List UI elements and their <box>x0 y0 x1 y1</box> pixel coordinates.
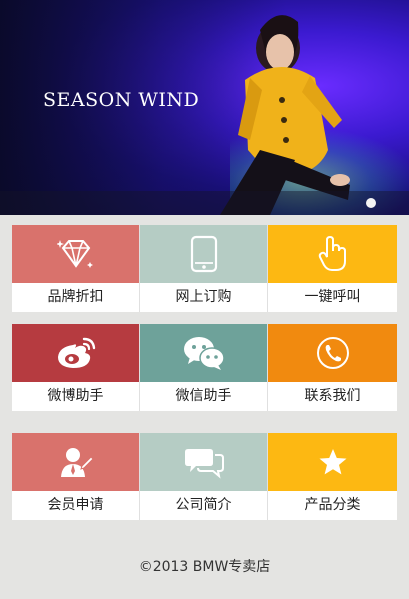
tile-online-order[interactable]: 网上订购 <box>140 225 268 312</box>
tile-company-profile[interactable]: 公司简介 <box>140 433 268 520</box>
banner-title: SEASON WIND <box>43 89 200 111</box>
tile-label: 微博助手 <box>12 382 139 411</box>
tile-contact-us[interactable]: 联系我们 <box>268 324 397 411</box>
tile-label: 公司简介 <box>140 491 267 520</box>
carousel-indicator-dot[interactable] <box>366 198 376 208</box>
tile-product-categories[interactable]: 产品分类 <box>268 433 397 520</box>
tile-label: 品牌折扣 <box>12 283 139 312</box>
footer-copyright: ©2013 BMW专卖店 <box>138 559 271 575</box>
member-icon <box>58 444 94 480</box>
star-icon <box>317 446 349 478</box>
weibo-icon <box>55 335 97 371</box>
hero-banner[interactable]: SEASON WIND <box>0 0 409 215</box>
tile-label: 微信助手 <box>140 382 267 411</box>
tile-member-application[interactable]: 会员申请 <box>12 433 140 520</box>
chat-bubbles-icon <box>184 445 224 479</box>
tile-label: 联系我们 <box>268 382 397 411</box>
tile-weibo-helper[interactable]: 微博助手 <box>12 324 140 411</box>
tile-wechat-helper[interactable]: 微信助手 <box>140 324 268 411</box>
hand-pointer-icon <box>316 235 350 273</box>
tile-brand-discount[interactable]: 品牌折扣 <box>12 225 140 312</box>
tile-label: 一键呼叫 <box>268 283 397 312</box>
call-icon <box>315 335 351 371</box>
tile-label: 会员申请 <box>12 491 139 520</box>
tile-one-click-call[interactable]: 一键呼叫 <box>268 225 397 312</box>
tile-label: 网上订购 <box>140 283 267 312</box>
tile-label: 产品分类 <box>268 491 397 520</box>
menu-grid-3: 会员申请 公司简介 产品分类 <box>12 433 397 520</box>
menu-grid-1: 品牌折扣 网上订购 一键呼叫 <box>12 225 397 312</box>
wechat-icon <box>182 335 226 371</box>
banner-caption-strip <box>0 191 409 215</box>
diamond-icon <box>56 235 95 273</box>
phone-icon <box>189 235 219 273</box>
menu-grid-2: 微博助手 微信助手 联系我们 <box>12 324 397 411</box>
